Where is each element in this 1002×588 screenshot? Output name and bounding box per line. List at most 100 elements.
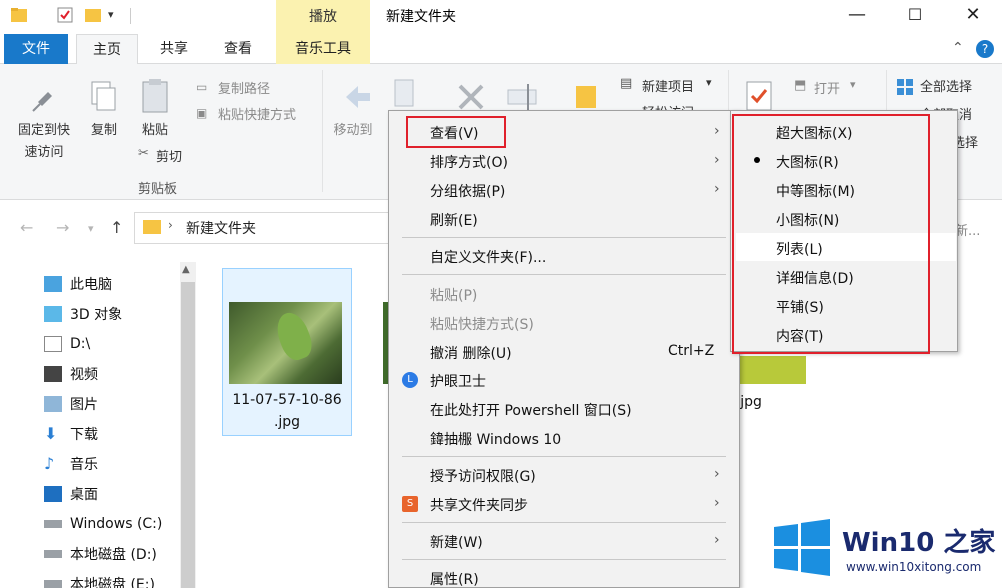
drive-icon — [44, 520, 62, 528]
nav-item-music[interactable]: ♪ 音乐 — [44, 452, 98, 476]
scroll-up-icon[interactable]: ▲ — [182, 264, 190, 275]
breadcrumb-chevron-icon[interactable]: › — [168, 218, 173, 232]
close-button[interactable]: ✕ — [944, 0, 1002, 30]
windows-logo-icon — [774, 519, 830, 576]
new-item-button[interactable]: 新建项目 — [642, 76, 694, 95]
submenu-arrow-icon: › — [714, 532, 720, 548]
new-item-icon: ▤ — [620, 76, 633, 91]
menu-item-refresh[interactable]: 刷新(E) — [430, 210, 478, 230]
nav-label: 本地磁盘 (E:) — [70, 577, 155, 588]
nav-item-desktop[interactable]: 桌面 — [44, 482, 98, 506]
highlight-box-view — [406, 116, 506, 148]
nav-item-videos[interactable]: 视频 — [44, 362, 98, 386]
pin-quick-access-button[interactable]: 固定到快 速访问 — [10, 120, 78, 164]
folder-icon[interactable] — [10, 6, 28, 24]
pin-label-line1: 固定到快 — [17, 123, 70, 138]
select-all-button[interactable]: 全部选择 — [920, 76, 972, 95]
menu-separator — [402, 456, 726, 457]
ribbon-separator — [322, 70, 323, 192]
rename-icon — [507, 84, 537, 110]
nav-label: 视频 — [70, 367, 98, 383]
up-arrow-icon[interactable]: ↑ — [110, 218, 123, 237]
menu-item-open-powershell[interactable]: 在此处打开 Powershell 窗口(S) — [430, 400, 632, 420]
tab-music-tools[interactable]: 音乐工具 — [276, 34, 370, 64]
submenu-arrow-icon: › — [714, 466, 720, 482]
nav-item-this-pc[interactable]: 此电脑 — [44, 272, 112, 296]
tab-home[interactable]: 主页 — [76, 34, 138, 65]
menu-item-customize-folder[interactable]: 自定义文件夹(F)... — [430, 247, 546, 267]
cut-button[interactable]: 剪切 — [156, 146, 182, 165]
menu-item-new[interactable]: 新建(W) — [430, 532, 483, 552]
menu-item-undo-delete[interactable]: 撤消 删除(U) — [430, 343, 512, 363]
music-note-icon: ♪ — [44, 454, 55, 473]
tab-share[interactable]: 共享 — [146, 34, 202, 64]
menu-separator — [402, 522, 726, 523]
menu-item-sort[interactable]: 排序方式(O) — [430, 152, 508, 172]
cube-icon — [44, 306, 62, 322]
pin-icon — [32, 92, 52, 112]
drive-icon — [44, 580, 62, 588]
collapse-ribbon-icon[interactable]: ⌃ — [952, 40, 964, 56]
address-path: 新建文件夹 — [186, 221, 256, 237]
menu-item-grant-access[interactable]: 授予访问权限(G) — [430, 466, 536, 486]
tab-view[interactable]: 查看 — [210, 34, 266, 64]
nav-item-3d-objects[interactable]: 3D 对象 — [44, 302, 122, 326]
nav-label: 图片 — [70, 397, 98, 413]
recent-dropdown-icon[interactable]: ▾ — [88, 222, 94, 235]
quick-access-dropdown-icon[interactable]: ▾ — [108, 8, 114, 21]
nav-label: 音乐 — [70, 457, 98, 473]
menu-item-properties[interactable]: 属性(R) — [430, 569, 479, 588]
nav-scroll-thumb[interactable] — [181, 282, 195, 588]
nav-label: Windows (C:) — [70, 516, 163, 532]
download-arrow-icon: ⬇ — [44, 424, 58, 443]
nav-item-pictures[interactable]: 图片 — [44, 392, 98, 416]
select-all-icon — [897, 79, 913, 95]
nav-label: 下载 — [70, 427, 98, 443]
new-folder-icon[interactable] — [84, 6, 102, 24]
desktop-icon — [44, 486, 62, 502]
paste-shortcut-button[interactable]: 粘贴快捷方式 — [218, 104, 296, 123]
menu-item-paste-shortcut[interactable]: 粘贴快捷方式(S) — [430, 314, 534, 334]
back-arrow-icon[interactable]: ← — [20, 218, 33, 237]
menu-item-eye-guard[interactable]: 护眼卫士 — [430, 371, 486, 391]
paste-button[interactable]: 粘贴 — [134, 120, 176, 142]
share-sync-icon: S — [402, 496, 418, 512]
document-icon — [44, 336, 62, 352]
menu-separator — [402, 237, 726, 238]
move-to-button[interactable]: 移动到 — [328, 120, 378, 142]
copy-button[interactable]: 复制 — [84, 120, 124, 142]
menu-item-windows10[interactable]: 鍏抽棴 Windows 10 — [430, 429, 561, 449]
watermark-title: Win10 之家 — [842, 528, 996, 558]
nav-item-local-e[interactable]: 本地磁盘 (E:) — [44, 572, 155, 588]
nav-item-downloads[interactable]: ⬇ 下载 — [44, 422, 98, 446]
help-icon[interactable]: ? — [976, 40, 994, 58]
menu-item-group[interactable]: 分组依据(P) — [430, 181, 505, 201]
title-bar: ▾ 播放 新建文件夹 — ☐ ✕ — [0, 0, 1002, 34]
clipboard-group-label: 剪贴板 — [138, 182, 178, 197]
image-thumbnail-partial-3 — [740, 356, 806, 384]
undo-shortcut: Ctrl+Z — [668, 343, 715, 359]
menu-separator — [402, 274, 726, 275]
menu-item-share-sync[interactable]: 共享文件夹同步 — [430, 495, 528, 515]
open-button[interactable]: 打开 — [814, 78, 840, 97]
submenu-arrow-icon: › — [714, 123, 720, 139]
nav-item-windows-c[interactable]: Windows (C:) — [44, 512, 162, 536]
search-box-fragment[interactable]: 新... — [955, 220, 980, 239]
title-separator — [130, 8, 131, 24]
file-name-line2: .jpg — [273, 414, 301, 430]
forward-arrow-icon[interactable]: → — [56, 218, 69, 237]
picture-icon — [44, 396, 62, 412]
minimize-button[interactable]: — — [828, 0, 886, 30]
nav-label: 此电脑 — [70, 277, 112, 293]
context-tab-group-play: 播放 — [276, 0, 370, 34]
properties-check-icon[interactable] — [56, 6, 74, 24]
menu-item-paste[interactable]: 粘贴(P) — [430, 285, 477, 305]
nav-item-local-d[interactable]: 本地磁盘 (D:) — [44, 542, 157, 566]
nav-item-d-drive[interactable]: D:\ — [44, 332, 90, 356]
submenu-arrow-icon: › — [714, 495, 720, 511]
copy-path-button[interactable]: 复制路径 — [218, 78, 270, 97]
tab-file[interactable]: 文件 — [4, 34, 68, 64]
properties-icon — [746, 81, 772, 111]
watermark-url: www.win10xitong.com — [846, 560, 982, 574]
maximize-button[interactable]: ☐ — [886, 0, 944, 30]
